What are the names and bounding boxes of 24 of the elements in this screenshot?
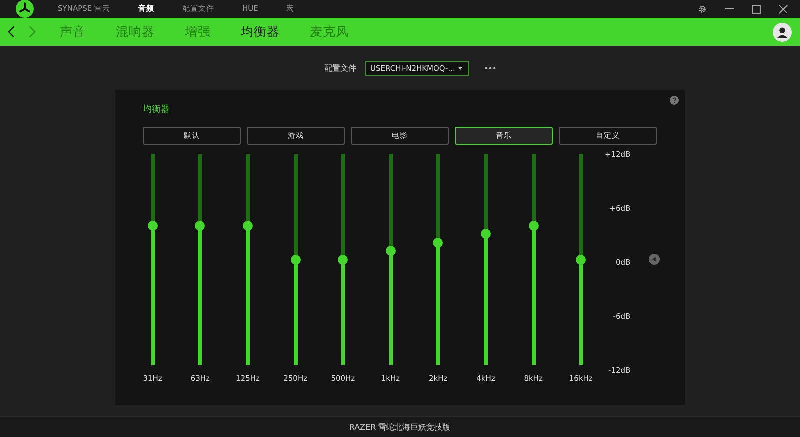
slider-thumb[interactable] (528, 220, 539, 231)
caret-icon (458, 66, 462, 70)
equalizer-title: 均衡器 (143, 104, 171, 117)
back-icon[interactable] (8, 26, 15, 38)
slider-thumb[interactable] (576, 254, 586, 264)
slider-thumb[interactable] (148, 220, 158, 231)
slider-thumb[interactable] (290, 254, 301, 264)
minimize-icon[interactable] (725, 8, 734, 10)
avatar-icon[interactable] (773, 22, 792, 42)
close-icon[interactable] (779, 4, 788, 14)
slider-thumb[interactable] (386, 246, 396, 256)
device-name: RAZER 雷蛇北海巨妖竞技版 (349, 422, 451, 432)
help-icon[interactable] (670, 96, 679, 105)
more-icon[interactable] (484, 66, 496, 70)
slider-thumb[interactable] (480, 229, 491, 240)
slider-thumb[interactable] (338, 254, 348, 264)
slider-thumb[interactable] (195, 220, 206, 231)
maximize-icon[interactable] (752, 4, 761, 14)
profile-label: 配置文件 (324, 62, 356, 74)
collapse-icon[interactable] (648, 254, 660, 265)
slider-thumb[interactable] (433, 238, 444, 248)
slider-thumb[interactable] (242, 220, 253, 231)
tab[interactable]: 均衡器 (241, 24, 280, 40)
settings-icon[interactable] (698, 4, 707, 14)
